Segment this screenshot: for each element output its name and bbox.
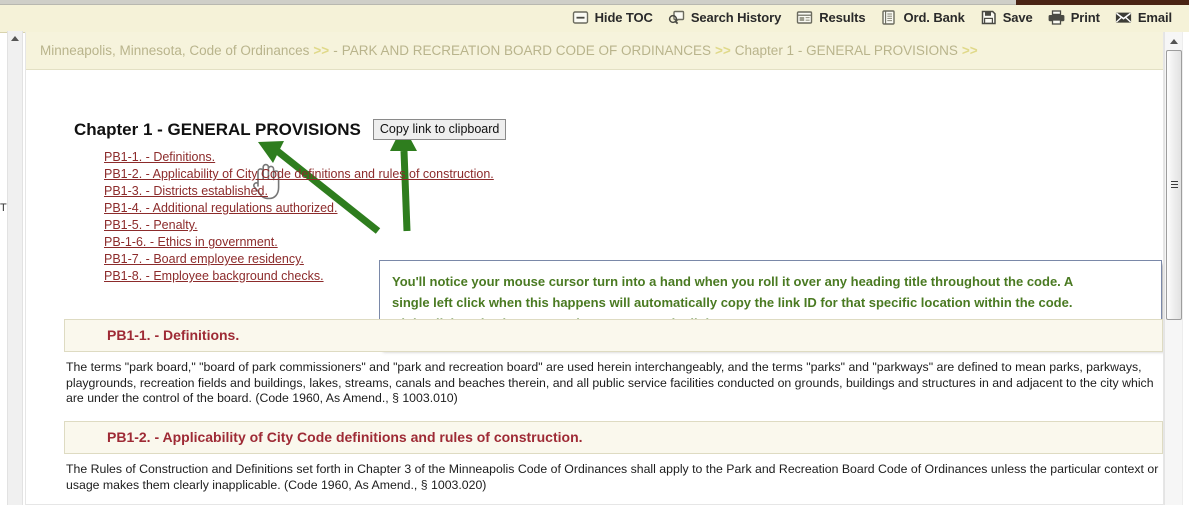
triangle-up-icon [11,36,19,41]
envelope-icon [1115,9,1132,26]
toolbar-actions: Hide TOC Search History Results Ord. Ban… [566,4,1181,30]
toolbar-email-button[interactable]: Email [1109,7,1181,28]
toolbar-hide-toc-button[interactable]: Hide TOC [566,7,662,28]
printer-icon [1048,9,1065,26]
breadcrumb: Minneapolis, Minnesota, Code of Ordinanc… [26,32,1163,70]
ordinance-bank-icon [880,9,897,26]
results-window-icon [796,9,813,26]
top-toolbar: Hide TOC Search History Results Ord. Ban… [0,0,1189,33]
ordinance-section-text: The Rules of Construction and Definition… [66,462,1159,492]
ordinance-section: PB1-1. - Definitions. The terms "park bo… [64,319,1163,411]
triangle-up-icon [1170,38,1178,44]
ordinance-section-body: The Rules of Construction and Definition… [64,454,1163,497]
breadcrumb-item-park-board[interactable]: PARK AND RECREATION BOARD CODE OF ORDINA… [342,43,711,58]
ordinance-section-header[interactable]: PB1-2. - Applicability of City Code defi… [64,421,1163,454]
breadcrumb-item-chapter[interactable]: Chapter 1 - GENERAL PROVISIONS [735,43,958,58]
ordinance-section-header[interactable]: PB1-1. - Definitions. [64,319,1163,352]
breadcrumb-separator-icon-3: >> [961,43,978,58]
breadcrumb-separator-icon: >> [313,43,330,58]
outer-right-gutter [1182,32,1189,505]
toc-link-pb1-1[interactable]: PB1-1. - Definitions. [104,149,494,166]
toolbar-email-label: Email [1137,9,1172,25]
page-title[interactable]: Chapter 1 - GENERAL PROVISIONS [74,120,361,140]
toc-link-pb1-6[interactable]: PB-1-6. - Ethics in government. [104,234,494,251]
breadcrumb-separator-icon-2: >> [715,43,731,58]
right-scrollbar-up-arrow-icon[interactable] [1166,34,1182,48]
search-history-icon [668,9,685,26]
toolbar-save-button[interactable]: Save [974,7,1042,28]
toolbar-ord-bank-label: Ord. Bank [903,9,965,25]
toolbar-print-button[interactable]: Print [1042,7,1109,28]
breadcrumb-item-root[interactable]: Minneapolis, Minnesota, Code of Ordinanc… [40,43,309,58]
scrollbar-grip-icon [1171,181,1178,189]
toolbar-results-button[interactable]: Results [790,7,874,28]
ordinance-section-body: The terms "park board," "board of park c… [64,352,1163,411]
document-pane: Minneapolis, Minnesota, Code of Ordinanc… [25,32,1164,505]
toolbar-save-label: Save [1002,9,1033,25]
toc-link-pb1-2[interactable]: PB1-2. - Applicability of City Code defi… [104,166,494,183]
toolbar-ord-bank-button[interactable]: Ord. Bank [874,7,973,28]
ordinance-section-heading[interactable]: PB1-2. - Applicability of City Code defi… [107,429,583,445]
minus-box-icon [572,9,589,26]
toolbar-search-history-label: Search History [690,9,782,25]
toolbar-search-history-button[interactable]: Search History [662,7,790,28]
toolbar-results-label: Results [819,9,866,25]
chapter-title-row: Chapter 1 - GENERAL PROVISIONS Copy link… [74,119,507,140]
toc-link-pb1-3[interactable]: PB1-3. - Districts established. [104,183,494,200]
right-scrollbar[interactable] [1164,32,1182,505]
toc-link-pb1-4[interactable]: PB1-4. - Additional regulations authoriz… [104,200,494,217]
left-scrollbar-up-arrow-icon[interactable] [8,31,22,46]
copy-link-to-clipboard-button[interactable]: Copy link to clipboard [372,119,507,140]
toolbar-hide-toc-label: Hide TOC [594,9,653,25]
left-edge-clipped-text: TE [0,202,7,214]
callout-line-1: You'll notice your mouse cursor turn int… [392,274,1074,289]
floppy-save-icon [980,9,997,26]
ordinance-section-heading[interactable]: PB1-1. - Definitions. [107,327,239,343]
breadcrumb-dash: - [333,43,338,58]
left-scrollbar[interactable] [7,31,23,505]
ordinance-section: PB1-2. - Applicability of City Code defi… [64,421,1163,497]
right-scrollbar-thumb[interactable] [1166,50,1182,320]
ordinance-section-text: The terms "park board," "board of park c… [66,360,1154,405]
callout-line-2: single left click when this happens will… [392,295,1073,310]
toolbar-print-label: Print [1070,9,1100,25]
toc-link-pb1-5[interactable]: PB1-5. - Penalty. [104,217,494,234]
page-body: Chapter 1 - GENERAL PROVISIONS Copy link… [26,71,1163,504]
